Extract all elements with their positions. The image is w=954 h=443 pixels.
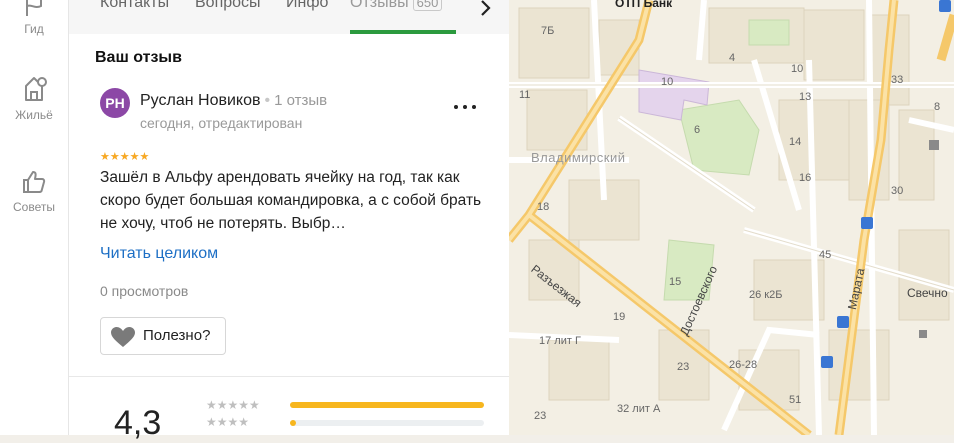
- map-label-district: Владимирский: [531, 150, 626, 165]
- map-house-number: 8: [934, 101, 941, 113]
- map-house-number: 51: [789, 394, 802, 406]
- useful-button-label: Полезно?: [143, 327, 211, 344]
- dot: [463, 105, 467, 109]
- read-more-link[interactable]: Читать целиком: [100, 245, 218, 263]
- map-house-number: 16: [799, 172, 812, 184]
- tab-reviews-label: Отзывы: [350, 0, 409, 11]
- map-label-street: Свечно: [907, 286, 948, 300]
- active-tab-indicator: [350, 30, 456, 34]
- map-label-bank[interactable]: ОТП Банк: [615, 0, 672, 10]
- dot: [454, 105, 458, 109]
- chevron-right-icon[interactable]: [479, 0, 493, 18]
- thumbs-up-icon: [23, 171, 46, 193]
- author-name[interactable]: Руслан Новиков: [140, 92, 260, 109]
- section-title: Ваш отзыв: [95, 49, 182, 66]
- rating-bar-4: [290, 420, 484, 426]
- tab-reviews[interactable]: Отзывы 650: [350, 0, 443, 12]
- map-house-number: 26 к2Б: [749, 289, 783, 301]
- review-date: сегодня, отредактирован: [140, 115, 303, 131]
- map-house-number: 19: [613, 311, 626, 323]
- map-house-number: 4: [729, 52, 736, 64]
- map-house-number: 6: [694, 124, 701, 136]
- heart-icon: [111, 327, 135, 347]
- tab-info[interactable]: Инфо: [286, 0, 328, 12]
- star-rating: ★★★★★: [100, 151, 150, 163]
- rating-stars-4: ★★★★: [206, 415, 250, 429]
- useful-button[interactable]: Полезно?: [100, 317, 226, 355]
- map-house-number: 26-28: [729, 359, 758, 371]
- rail-item-label: Жильё: [15, 108, 53, 122]
- rating-bar-fill: [290, 420, 296, 426]
- avatar[interactable]: РН: [100, 88, 130, 118]
- map-house-number: 18: [537, 201, 550, 213]
- review-text: Зашёл в Альфу арендовать ячейку на год, …: [100, 169, 482, 232]
- map-house-number: 10: [661, 76, 674, 88]
- rating-value: 4,3: [114, 404, 162, 442]
- map-house-number: 13: [799, 91, 812, 103]
- map-house-number: 11: [519, 89, 531, 101]
- rating-stars-5: ★★★★★: [206, 398, 260, 412]
- review-author: Руслан Новиков • 1 отзыв: [140, 92, 327, 110]
- rail-item-label: Гид: [24, 22, 44, 36]
- flag-icon: [26, 0, 42, 16]
- map-house-number: 7Б: [541, 25, 555, 37]
- rail-item-tips[interactable]: Советы: [0, 168, 68, 214]
- map[interactable]: ОТП Банк Владимирский Разъезжая Достоевс…: [509, 0, 954, 435]
- map-house-number: 15: [669, 276, 682, 288]
- rail-item-label: Советы: [13, 200, 55, 214]
- divider: [69, 376, 509, 377]
- map-house-number: 10: [791, 63, 804, 75]
- rating-bar-fill: [290, 402, 484, 408]
- map-house-number: 33: [891, 74, 904, 86]
- rail-item-housing[interactable]: Жильё: [0, 74, 68, 122]
- separator-dot: •: [264, 92, 271, 109]
- map-house-number: 23: [677, 361, 690, 373]
- views-count: 0 просмотров: [100, 283, 189, 299]
- map-house-number: 45: [819, 249, 832, 261]
- map-house-number: 17 лит Г: [539, 335, 581, 347]
- more-options-button[interactable]: [453, 97, 477, 117]
- map-house-number: 30: [891, 185, 904, 197]
- map-house-number: 14: [789, 136, 802, 148]
- left-rail: Гид Жильё Советы: [0, 0, 69, 435]
- dot: [472, 105, 476, 109]
- tab-reviews-count: 650: [412, 0, 443, 11]
- map-house-number: 23: [534, 410, 547, 422]
- rating-bar-5: [290, 402, 484, 408]
- tab-contacts[interactable]: Контакты: [100, 0, 169, 12]
- tab-bar: Контакты Вопросы Инфо Отзывы 650: [69, 0, 509, 34]
- rail-item-guide[interactable]: Гид: [0, 0, 68, 36]
- review-panel: Контакты Вопросы Инфо Отзывы 650 Ваш отзы…: [69, 0, 509, 442]
- house-icon: [25, 77, 47, 101]
- tab-questions[interactable]: Вопросы: [195, 0, 261, 12]
- map-house-number: 32 лит А: [617, 403, 661, 415]
- author-review-count: 1 отзыв: [274, 92, 328, 109]
